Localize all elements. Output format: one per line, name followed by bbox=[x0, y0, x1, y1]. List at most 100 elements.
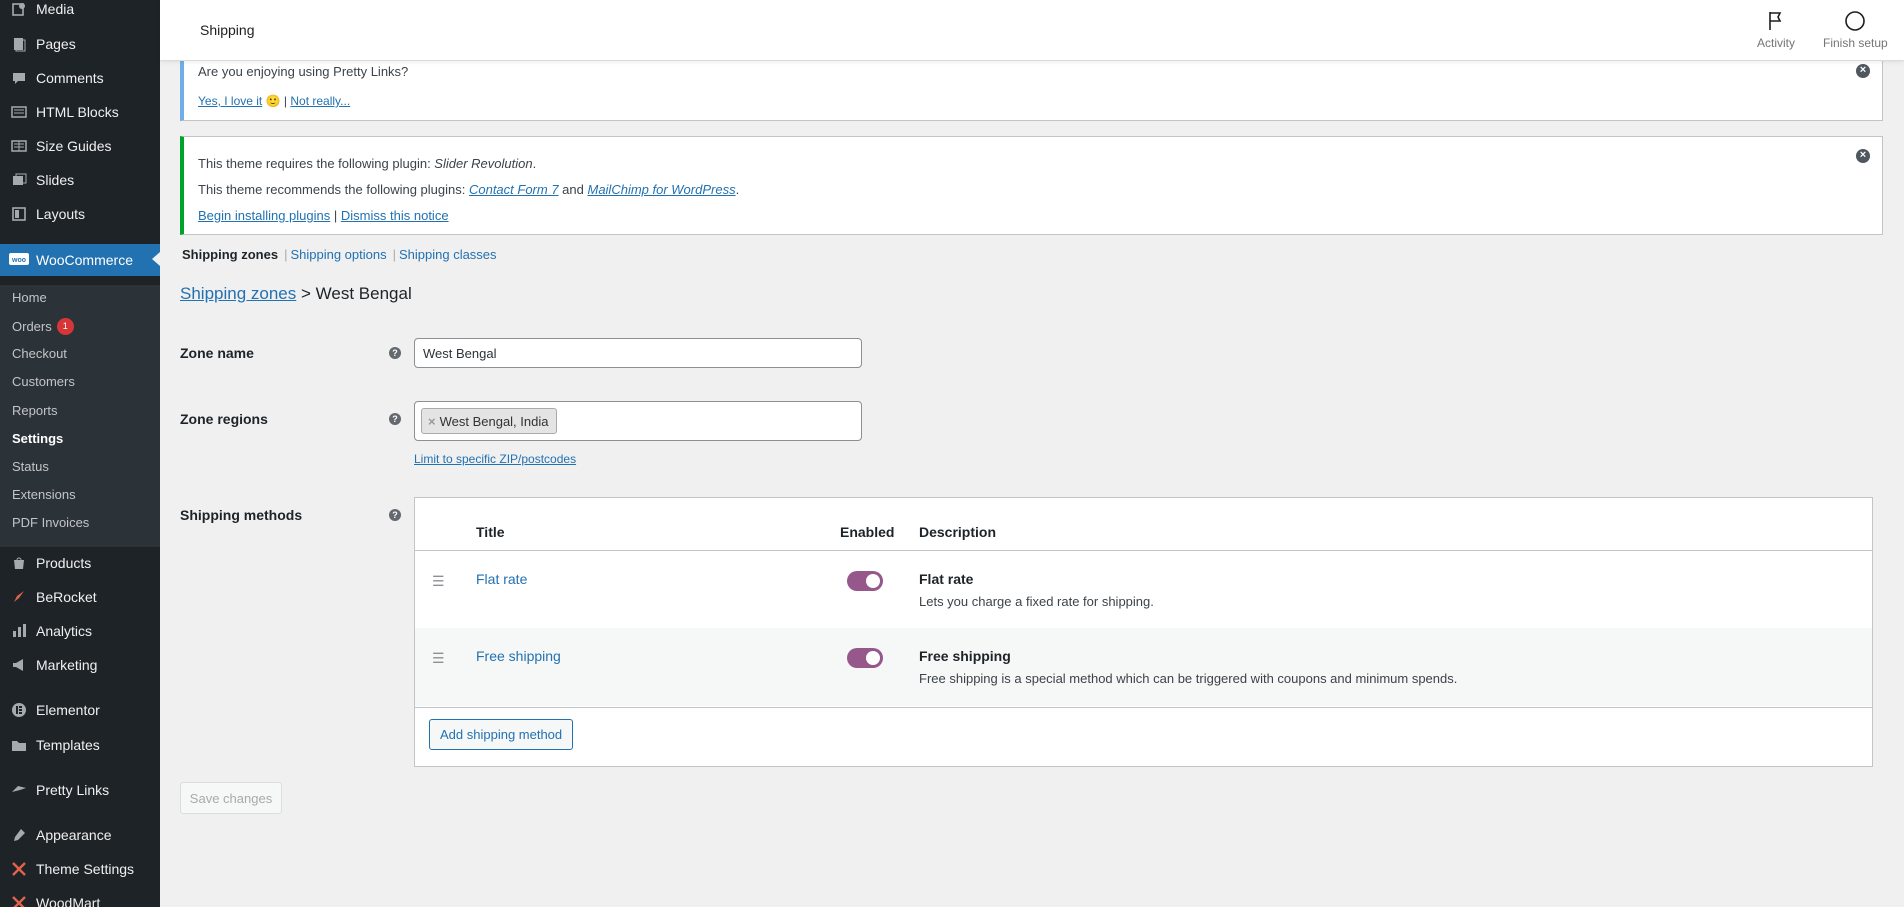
help-icon[interactable]: ? bbox=[389, 413, 401, 425]
column-header-description: Description bbox=[919, 524, 997, 540]
contact-form-7-link[interactable]: Contact Form 7 bbox=[469, 182, 559, 197]
shipping-methods-table: Title Enabled Description ☰ Flat rate Fl… bbox=[414, 497, 1873, 767]
sidebar-item-marketing[interactable]: Marketing bbox=[0, 650, 160, 680]
comments-icon bbox=[8, 68, 30, 88]
berocket-icon bbox=[8, 587, 30, 607]
elementor-icon bbox=[8, 700, 30, 720]
sidebar-item-size-guides[interactable]: Size Guides bbox=[0, 131, 160, 161]
method-description: Lets you charge a fixed rate for shippin… bbox=[919, 594, 1154, 609]
page-title: Shipping bbox=[200, 22, 255, 38]
sidebar-item-layouts[interactable]: Layouts bbox=[0, 199, 160, 229]
sidebar-item-label: Comments bbox=[36, 70, 104, 86]
sidebar-item-label: BeRocket bbox=[36, 589, 97, 605]
zone-name-input[interactable] bbox=[414, 338, 862, 368]
sidebar-item-slides[interactable]: Slides bbox=[0, 165, 160, 195]
marketing-icon bbox=[8, 655, 30, 675]
submenu-item-reports[interactable]: Reports bbox=[12, 403, 58, 418]
theme-settings-icon bbox=[8, 859, 30, 879]
woocommerce-submenu: Home Orders 1 Checkout Customers Reports … bbox=[0, 285, 160, 547]
size-guides-icon bbox=[8, 136, 30, 156]
sidebar-item-woocommerce[interactable]: woo WooCommerce bbox=[0, 244, 160, 276]
breadcrumb: Shipping zones > West Bengal bbox=[180, 284, 412, 303]
required-plugin-text: This theme requires the following plugin… bbox=[198, 156, 537, 171]
sidebar-item-pages[interactable]: Pages bbox=[0, 29, 160, 59]
tab-shipping-options[interactable]: Shipping options bbox=[290, 247, 386, 262]
submenu-item-status[interactable]: Status bbox=[12, 459, 49, 474]
table-row: ☰ Free shipping Free shipping Free shipp… bbox=[415, 628, 1872, 706]
begin-installing-link[interactable]: Begin installing plugins bbox=[198, 208, 330, 223]
dismiss-pretty-notice-icon[interactable]: × bbox=[1856, 64, 1870, 78]
submenu-item-settings[interactable]: Settings bbox=[12, 431, 63, 446]
sidebar-item-berocket[interactable]: BeRocket bbox=[0, 582, 160, 612]
submenu-item-orders[interactable]: Orders 1 bbox=[12, 318, 74, 335]
sidebar-item-html-blocks[interactable]: HTML Blocks bbox=[0, 97, 160, 127]
region-chip: × West Bengal, India bbox=[421, 408, 558, 434]
finish-setup-label: Finish setup bbox=[1823, 36, 1888, 50]
activity-label: Activity bbox=[1757, 36, 1796, 50]
sidebar-item-products[interactable]: Products bbox=[0, 548, 160, 578]
submenu-item-checkout[interactable]: Checkout bbox=[12, 346, 67, 361]
pretty-links-icon bbox=[8, 780, 30, 800]
shipping-subtabs: Shipping zones | Shipping options | Ship… bbox=[182, 247, 497, 262]
sidebar-item-analytics[interactable]: Analytics bbox=[0, 616, 160, 646]
table-footer: Add shipping method bbox=[415, 707, 1872, 767]
help-icon[interactable]: ? bbox=[389, 347, 401, 359]
products-icon bbox=[8, 553, 30, 573]
remove-region-icon[interactable]: × bbox=[428, 414, 436, 429]
help-icon[interactable]: ? bbox=[389, 509, 401, 521]
submenu-item-customers[interactable]: Customers bbox=[12, 374, 75, 389]
woocommerce-icon: woo bbox=[8, 250, 30, 270]
sidebar-item-pretty-links[interactable]: Pretty Links bbox=[0, 775, 160, 805]
sidebar-item-label: Marketing bbox=[36, 657, 98, 673]
sidebar-item-label: Layouts bbox=[36, 206, 86, 222]
activity-button[interactable]: Activity bbox=[1757, 10, 1795, 50]
mailchimp-link[interactable]: MailChimp for WordPress bbox=[587, 182, 735, 197]
sidebar-item-media[interactable]: Media bbox=[0, 0, 160, 24]
drag-handle-icon[interactable]: ☰ bbox=[432, 650, 445, 667]
column-header-enabled: Enabled bbox=[840, 524, 895, 540]
not-really-link[interactable]: Not really... bbox=[290, 94, 350, 108]
recommended-plugins-text: This theme recommends the following plug… bbox=[198, 182, 740, 197]
submenu-item-extensions[interactable]: Extensions bbox=[12, 487, 76, 502]
sidebar-item-label: WooCommerce bbox=[36, 252, 133, 268]
sidebar-item-elementor[interactable]: Elementor bbox=[0, 695, 160, 725]
drag-handle-icon[interactable]: ☰ bbox=[432, 573, 445, 590]
sidebar-item-woodmart[interactable]: WoodMart bbox=[0, 888, 160, 907]
submenu-item-home[interactable]: Home bbox=[12, 290, 47, 305]
shipping-zones-link[interactable]: Shipping zones bbox=[180, 284, 296, 303]
method-title-link[interactable]: Flat rate bbox=[476, 571, 527, 587]
smile-emoji: 🙂 bbox=[265, 94, 281, 108]
sidebar-item-label: WoodMart bbox=[36, 895, 101, 907]
dismiss-theme-notice-icon[interactable]: × bbox=[1856, 149, 1870, 163]
finish-setup-button[interactable]: Finish setup bbox=[1823, 10, 1888, 50]
tab-shipping-zones[interactable]: Shipping zones bbox=[182, 247, 278, 262]
limit-zip-link[interactable]: Limit to specific ZIP/postcodes bbox=[414, 452, 576, 466]
sidebar-item-label: Analytics bbox=[36, 623, 93, 639]
method-description-title: Free shipping bbox=[919, 648, 1011, 664]
method-title-link[interactable]: Free shipping bbox=[476, 648, 561, 664]
yes-love-it-link[interactable]: Yes, I love it bbox=[198, 94, 262, 108]
slider-revolution-name: Slider Revolution bbox=[434, 156, 533, 171]
media-icon bbox=[8, 0, 30, 19]
zone-title: West Bengal bbox=[315, 284, 412, 303]
appearance-icon bbox=[8, 825, 30, 845]
sidebar-item-comments[interactable]: Comments bbox=[0, 63, 160, 93]
sidebar-item-appearance[interactable]: Appearance bbox=[0, 820, 160, 850]
sidebar-item-theme-settings[interactable]: Theme Settings bbox=[0, 854, 160, 884]
submenu-item-pdf-invoices[interactable]: PDF Invoices bbox=[12, 515, 89, 530]
zone-regions-select[interactable]: × West Bengal, India bbox=[414, 401, 862, 441]
dismiss-notice-link[interactable]: Dismiss this notice bbox=[341, 208, 449, 223]
sidebar-item-label: Products bbox=[36, 555, 92, 571]
sidebar-item-label: Templates bbox=[36, 737, 100, 753]
notice-actions: Yes, I love it 🙂 | Not really... bbox=[198, 94, 350, 108]
method-enabled-toggle[interactable] bbox=[847, 648, 883, 668]
orders-count-badge: 1 bbox=[56, 318, 74, 335]
save-changes-button[interactable]: Save changes bbox=[180, 782, 282, 814]
add-shipping-method-button[interactable]: Add shipping method bbox=[429, 719, 574, 750]
tab-shipping-classes[interactable]: Shipping classes bbox=[399, 247, 497, 262]
woocommerce-header: Shipping Activity Finish setup bbox=[160, 0, 1904, 61]
notice-question: Are you enjoying using Pretty Links? bbox=[198, 64, 409, 79]
sidebar-item-templates[interactable]: Templates bbox=[0, 730, 160, 760]
method-description: Free shipping is a special method which … bbox=[919, 671, 1458, 686]
method-enabled-toggle[interactable] bbox=[847, 571, 883, 591]
